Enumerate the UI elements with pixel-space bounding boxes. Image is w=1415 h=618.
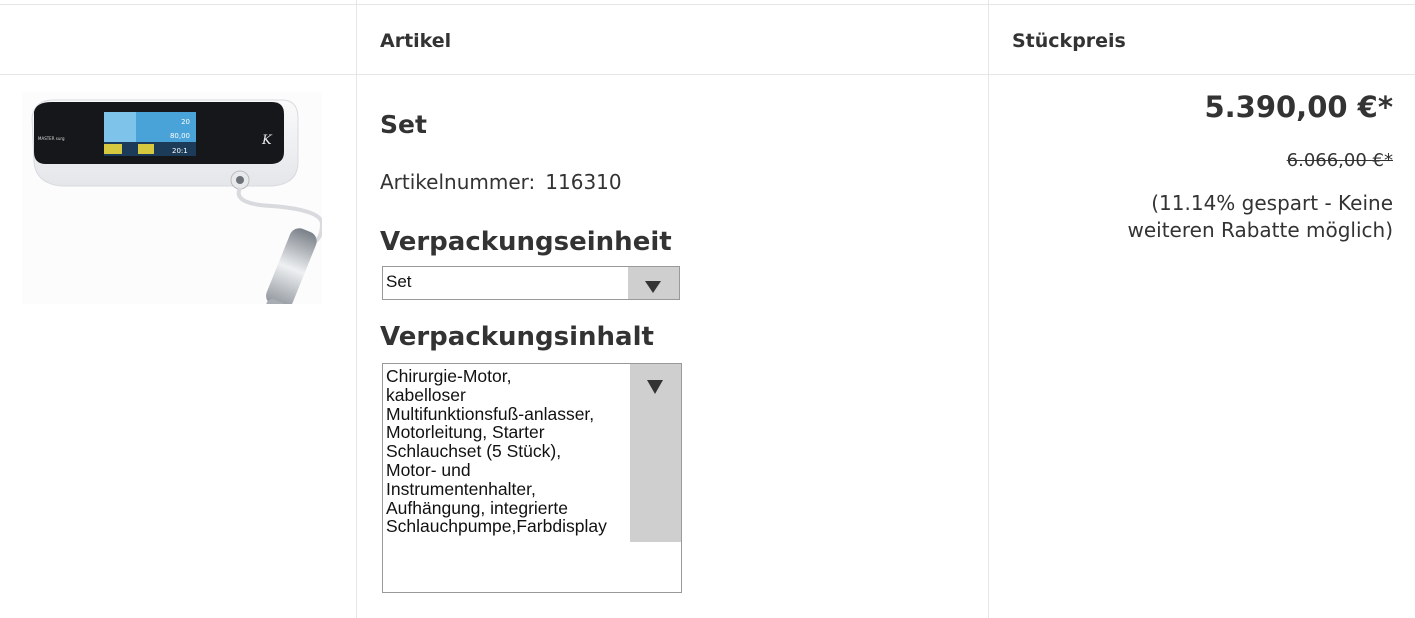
- device-logo-text: MASTER surg: [38, 136, 65, 141]
- product-image[interactable]: 20 80,00 20:1 MASTER surg K: [22, 92, 325, 326]
- chevron-down-icon: [647, 380, 663, 394]
- saving-note: (11.14% gespart - Keine weiteren Rabatte…: [1127, 191, 1394, 242]
- article-number-value: 116310: [545, 170, 622, 194]
- product-name[interactable]: Set: [380, 110, 427, 139]
- select-arrow-button[interactable]: [630, 364, 681, 542]
- device-screen-value-top: 20: [181, 118, 190, 126]
- packaging-unit-select[interactable]: Set: [382, 266, 680, 300]
- column-header-unit-price: Stückpreis: [1012, 30, 1126, 52]
- article-number: Artikelnummer: 116310: [380, 170, 622, 194]
- chevron-down-icon: [645, 281, 661, 293]
- article-number-label: Artikelnummer:: [380, 170, 536, 194]
- packaging-content-title: Verpackungsinhalt: [380, 322, 654, 352]
- select-arrow-button[interactable]: [628, 267, 679, 299]
- packaging-unit-selected: Set: [386, 272, 412, 291]
- packaging-unit-title: Verpackungseinheit: [380, 227, 672, 257]
- old-price: 6.066,00 €*: [1286, 150, 1393, 171]
- svg-text:K: K: [261, 133, 273, 148]
- device-screen-value-mid: 80,00: [170, 132, 190, 140]
- header-divider: [0, 74, 1415, 75]
- column-header-article: Artikel: [380, 30, 452, 52]
- device-screen-ratio: 20:1: [172, 147, 188, 155]
- column-divider: [356, 0, 357, 618]
- table-top-border: [0, 4, 1415, 5]
- dental-surgery-motor-unit-image: 20 80,00 20:1 MASTER surg K: [22, 92, 325, 326]
- column-divider: [988, 0, 989, 618]
- cart-table: Artikel Stückpreis 20 80,00 20:1 MASTER …: [0, 0, 1415, 618]
- packaging-content-select[interactable]: Chirurgie-Motor, kabelloser Multifunktio…: [382, 363, 682, 593]
- unit-price: 5.390,00 €*: [1204, 90, 1393, 124]
